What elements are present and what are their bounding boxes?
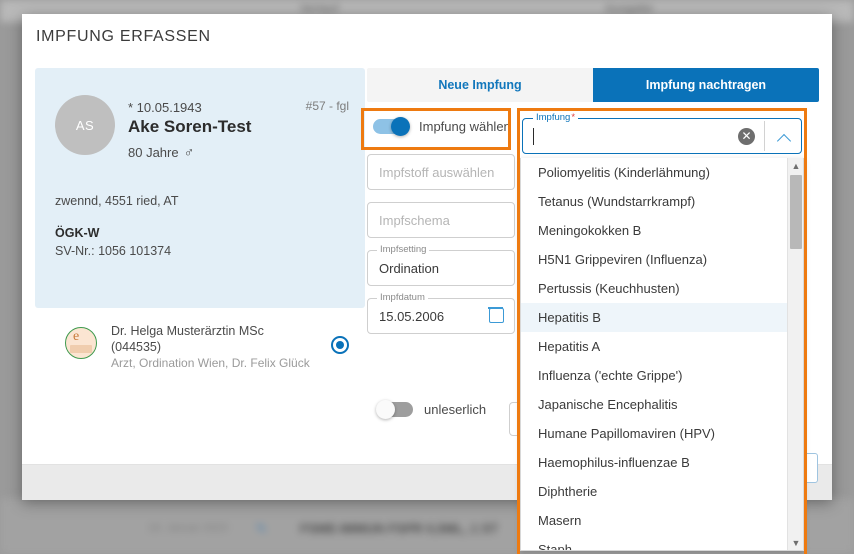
impfung-combobox-label-text: Impfung	[536, 112, 571, 123]
list-item[interactable]: Hepatitis A	[521, 332, 789, 361]
mode-tabs: Neue Impfung Impfung nachtragen	[367, 68, 819, 102]
impfung-combobox[interactable]: Impfung* ✕	[522, 112, 802, 154]
text-caret	[533, 128, 534, 145]
impfdatum-value: 15.05.2006	[379, 309, 445, 324]
list-item[interactable]: Humane Papillomaviren (HPV)	[521, 419, 789, 448]
impfung-combobox-label: Impfung*	[533, 112, 579, 123]
list-item[interactable]: Diphtherie	[521, 477, 789, 506]
patient-card: AS * 10.05.1943 Ake Soren-Test 80 Jahre ♂…	[35, 68, 365, 308]
background-record-drug: FSME-IMMUN FSPR 0,5ML, 1 ST	[300, 521, 498, 536]
ecard-logo-icon	[65, 327, 97, 359]
pencil-icon: ✎	[256, 521, 267, 536]
list-item[interactable]: Haemophilus-influenzae B	[521, 448, 789, 477]
impfschema-placeholder: Impfschema	[379, 213, 450, 228]
impfdatum-label: Impfdatum	[377, 292, 428, 303]
vaccine-product-placeholder: Impfstoff auswählen	[379, 165, 495, 180]
patient-age: 80 Jahre ♂	[128, 144, 194, 160]
avatar: AS	[55, 95, 115, 155]
list-item[interactable]: Poliomyelitis (Kinderlähmung)	[521, 158, 789, 187]
form-column: Impfstoff auswählen Impfschema Impfsetti…	[367, 112, 537, 346]
calendar-icon[interactable]	[488, 307, 504, 323]
chevron-up-icon[interactable]	[779, 132, 792, 145]
patient-sv-number: SV-Nr.: 1056 101374	[55, 244, 172, 258]
impfsetting-value: Ordination	[379, 261, 439, 276]
impfdatum-field[interactable]: Impfdatum 15.05.2006	[367, 292, 515, 334]
impfung-waehlen-label: Impfung wählen	[419, 119, 511, 134]
list-item[interactable]: Tetanus (Wundstarrkrampf)	[521, 187, 789, 216]
radio-selected-icon[interactable]	[331, 336, 349, 354]
list-item[interactable]: Japanische Encephalitis	[521, 390, 789, 419]
unleserlich-label: unleserlich	[424, 402, 487, 417]
male-icon: ♂	[183, 144, 195, 160]
vaccine-product-field[interactable]: Impfstoff auswählen	[367, 154, 515, 190]
list-item[interactable]: Masern	[521, 506, 789, 535]
list-item[interactable]: Hepatitis B	[521, 303, 789, 332]
list-item[interactable]: Staph	[521, 535, 789, 550]
scrollbar-thumb[interactable]	[790, 175, 802, 249]
patient-record-id: #57 - fgl	[305, 99, 349, 113]
patient-age-label: 80 Jahre	[128, 145, 179, 160]
required-marker: *	[571, 112, 576, 123]
unleserlich-toggle[interactable]	[376, 400, 413, 419]
scroll-down-arrow-icon[interactable]: ▼	[788, 535, 803, 550]
dropdown-scrollbar[interactable]: ▲ ▼	[787, 158, 803, 550]
impfung-waehlen-row: Impfung wählen	[373, 117, 511, 136]
doctor-number: (044535)	[111, 340, 162, 354]
doctor-name: Dr. Helga Musterärztin MSc	[111, 324, 264, 338]
dropdown-option-list: Poliomyelitis (Kinderlähmung) Tetanus (W…	[521, 158, 789, 550]
patient-insurer: ÖGK-W	[55, 226, 100, 240]
impfschema-field[interactable]: Impfschema	[367, 202, 515, 238]
combobox-divider	[764, 121, 765, 151]
tab-impfung-nachtragen[interactable]: Impfung nachtragen	[593, 68, 819, 102]
patient-name: Ake Soren-Test	[128, 117, 252, 136]
list-item[interactable]: Influenza ('echte Grippe')	[521, 361, 789, 390]
scroll-up-arrow-icon[interactable]: ▲	[788, 158, 803, 174]
toggle-knob	[391, 117, 410, 136]
impfung-waehlen-toggle[interactable]	[373, 117, 410, 136]
page-title: IMPFUNG ERFASSEN	[36, 28, 211, 45]
patient-birth-date: * 10.05.1943	[128, 100, 202, 115]
clear-circle-icon[interactable]: ✕	[738, 128, 755, 145]
toggle-knob	[376, 400, 395, 419]
screen-root: Verlauf Ausgabe 18. Januar 2023 ✎ FSME-I…	[0, 0, 854, 554]
impfsetting-field[interactable]: Impfsetting Ordination	[367, 244, 515, 286]
unleserlich-row: unleserlich	[376, 400, 487, 419]
list-item[interactable]: Pertussis (Keuchhusten)	[521, 274, 789, 303]
patient-address: zwennd, 4551 ried, AT	[55, 194, 179, 208]
tab-neue-impfung[interactable]: Neue Impfung	[367, 68, 593, 102]
list-item[interactable]: H5N1 Grippeviren (Influenza)	[521, 245, 789, 274]
list-item[interactable]: Meningokokken B	[521, 216, 789, 245]
doctor-row[interactable]: Dr. Helga Musterärztin MSc (044535) Arzt…	[35, 314, 365, 378]
background-record-date: 18. Januar 2023	[148, 522, 228, 534]
impfsetting-label: Impfsetting	[377, 244, 430, 255]
impfung-dropdown-panel[interactable]: Poliomyelitis (Kinderlähmung) Tetanus (W…	[520, 158, 804, 551]
doctor-role: Arzt, Ordination Wien, Dr. Felix Glück	[111, 356, 310, 370]
